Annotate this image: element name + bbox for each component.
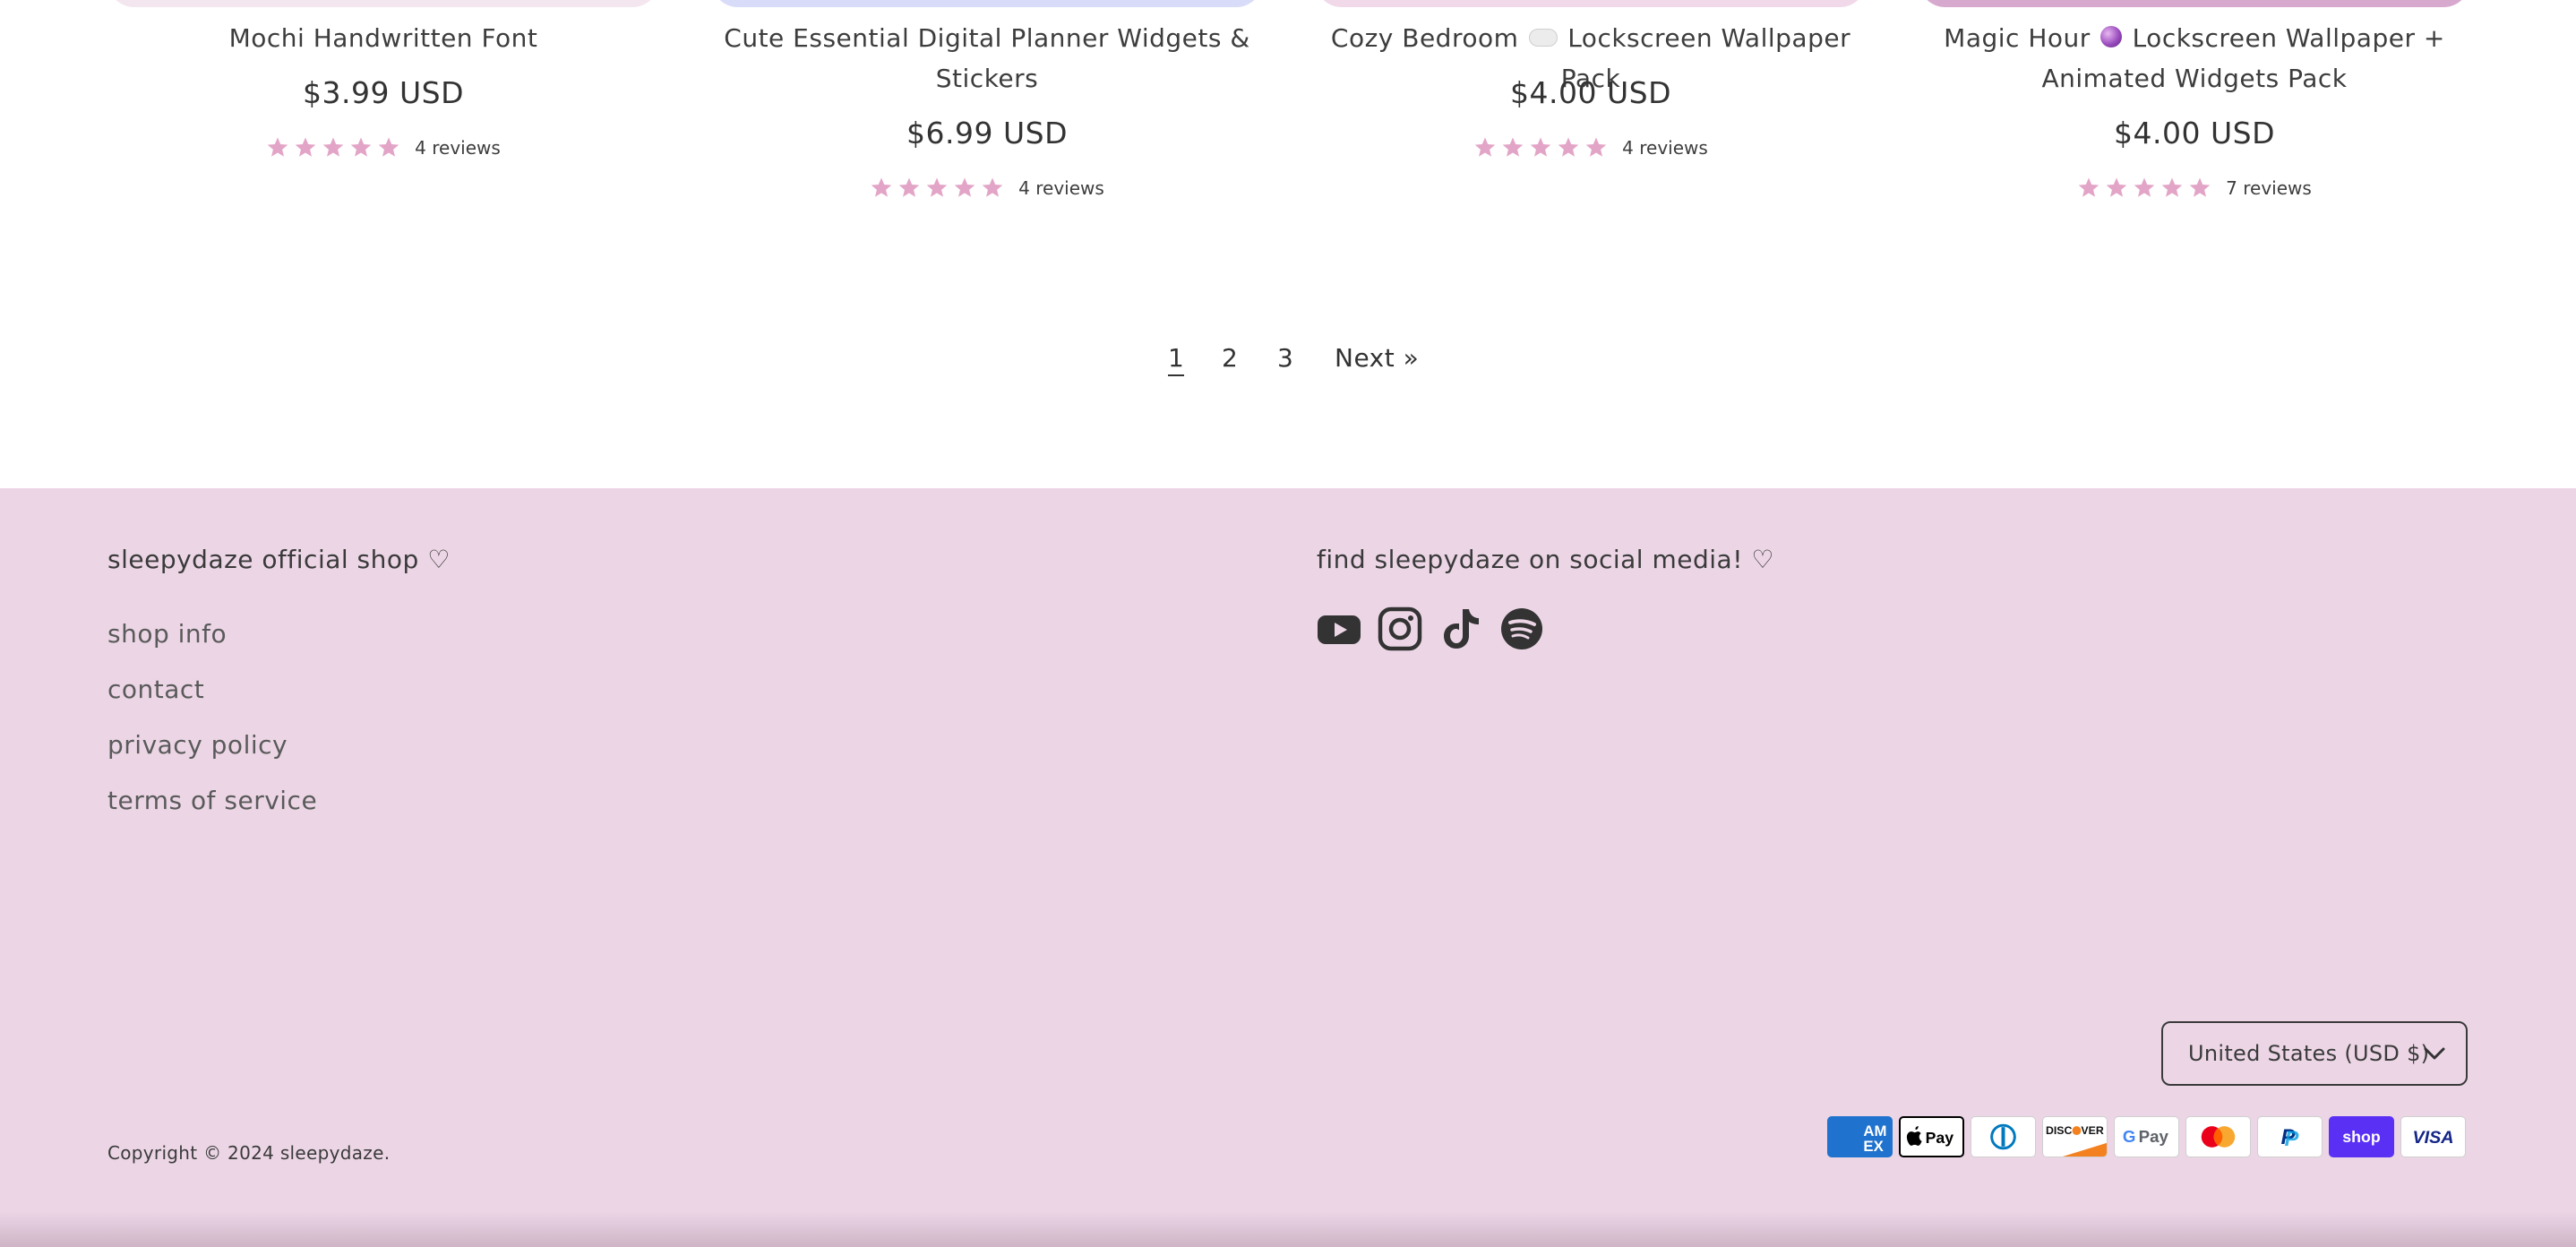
svg-text:Pay: Pay <box>1926 1129 1954 1147</box>
product-image[interactable] <box>711 0 1263 7</box>
pagination: 1 2 3 Next » <box>0 343 2576 379</box>
product-image[interactable] <box>1315 0 1867 7</box>
page-bottom-shadow <box>0 1211 2576 1247</box>
diners-club-icon <box>1971 1116 2036 1157</box>
star-icon <box>1558 137 1579 157</box>
product-title[interactable]: Magic Hour Lockscreen Wallpaper + Animat… <box>1919 18 2470 99</box>
footer-menu-item: contact <box>107 675 317 730</box>
review-count: 4 reviews <box>1018 177 1104 199</box>
youtube-icon[interactable] <box>1317 606 1361 651</box>
cloud-icon <box>1528 29 1558 47</box>
svg-text:shop: shop <box>2342 1128 2381 1146</box>
star-icon <box>898 177 920 197</box>
product-title[interactable]: Cute Essential Digital Planner Widgets &… <box>711 18 1263 99</box>
copyright-prefix: Copyright © 2024 <box>107 1142 275 1164</box>
product-price: $4.00 USD <box>2114 116 2275 150</box>
review-count: 4 reviews <box>415 137 501 159</box>
svg-text:VISA: VISA <box>2412 1128 2453 1148</box>
star-icon <box>2161 177 2183 197</box>
paypal-icon: P P <box>2257 1116 2323 1157</box>
footer-menu-item: terms of service <box>107 786 317 841</box>
visa-icon: VISA <box>2400 1116 2466 1157</box>
apple-pay-icon: Pay <box>1899 1116 1964 1157</box>
crystal-ball-icon <box>2100 26 2123 47</box>
google-pay-icon: G Pay <box>2114 1116 2179 1157</box>
copyright-shop-link[interactable]: sleepydaze <box>280 1142 384 1164</box>
footer-link-privacy-policy[interactable]: privacy policy <box>107 730 288 760</box>
star-icon <box>926 177 948 197</box>
star-icon <box>954 177 975 197</box>
tiktok-icon[interactable] <box>1438 606 1483 651</box>
star-icon <box>350 137 372 157</box>
star-rating <box>870 176 1004 200</box>
country-selector-label: United States (USD $) <box>2188 1041 2430 1066</box>
star-rating <box>2077 176 2211 200</box>
product-title[interactable]: Mochi Handwritten Font <box>107 18 659 58</box>
footer-shop-heading: sleepydaze official shop ♡ <box>107 545 451 574</box>
product-price: $3.99 USD <box>303 75 464 110</box>
footer-social-heading: find sleepydaze on social media! ♡ <box>1317 545 1774 574</box>
star-icon <box>2078 177 2099 197</box>
product-grid: Mochi Handwritten Font $3.99 USD 4 revie… <box>0 0 2576 488</box>
star-icon <box>295 137 316 157</box>
product-rating: 4 reviews <box>107 136 659 159</box>
copyright: Copyright © 2024 sleepydaze. <box>107 1142 390 1164</box>
star-icon <box>1530 137 1551 157</box>
footer-menu-item: privacy policy <box>107 730 317 786</box>
product-image[interactable] <box>107 0 659 7</box>
star-icon <box>982 177 1003 197</box>
product-price: $6.99 USD <box>906 116 1068 150</box>
star-icon <box>2189 177 2211 197</box>
footer-menu-item: shop info <box>107 619 317 675</box>
chevron-down-icon <box>2424 1047 2445 1060</box>
footer: sleepydaze official shop ♡ shop info con… <box>0 488 2576 1247</box>
product-rating: 4 reviews <box>1315 136 1867 159</box>
page-link-3[interactable]: 3 <box>1277 343 1293 373</box>
svg-text:G: G <box>2123 1127 2136 1146</box>
star-rating <box>266 136 400 159</box>
product-rating: 4 reviews <box>711 176 1263 200</box>
title-text: Magic Hour <box>1944 23 2091 53</box>
footer-link-contact[interactable]: contact <box>107 675 204 704</box>
star-icon <box>322 137 344 157</box>
title-text: Cozy Bedroom <box>1330 23 1519 53</box>
star-rating <box>1473 136 1608 159</box>
spotify-icon[interactable] <box>1499 606 1544 651</box>
footer-menu: shop info contact privacy policy terms o… <box>107 619 317 841</box>
star-icon <box>1585 137 1607 157</box>
review-count: 7 reviews <box>2226 177 2312 199</box>
instagram-icon[interactable] <box>1378 606 1422 651</box>
star-icon <box>1502 137 1524 157</box>
payment-methods: AM EX Pay DISC VER G Pay P P shop VISA <box>1827 1116 2466 1157</box>
product-rating: 7 reviews <box>1919 176 2470 200</box>
next-page-link[interactable]: Next » <box>1335 343 1419 373</box>
amex-icon: AM EX <box>1827 1116 1893 1157</box>
star-icon <box>267 137 288 157</box>
star-icon <box>871 177 892 197</box>
footer-link-terms-of-service[interactable]: terms of service <box>107 786 317 815</box>
page-link-1[interactable]: 1 <box>1168 343 1185 376</box>
star-icon <box>378 137 399 157</box>
product-price: $4.00 USD <box>1510 75 1671 110</box>
page-link-2[interactable]: 2 <box>1222 343 1238 373</box>
product-image[interactable] <box>1919 0 2470 7</box>
svg-text:DISC: DISC <box>2046 1124 2073 1137</box>
svg-text:P: P <box>2285 1128 2299 1151</box>
discover-icon: DISC VER <box>2042 1116 2108 1157</box>
shop-pay-icon: shop <box>2329 1116 2394 1157</box>
svg-text:VER: VER <box>2081 1124 2103 1137</box>
social-links <box>1317 606 1544 651</box>
svg-text:EX: EX <box>1863 1138 1884 1155</box>
country-selector[interactable]: United States (USD $) <box>2161 1021 2468 1086</box>
footer-link-shop-info[interactable]: shop info <box>107 619 227 649</box>
star-icon <box>2106 177 2127 197</box>
star-icon <box>2134 177 2155 197</box>
copyright-suffix: . <box>383 1142 391 1164</box>
mastercard-icon <box>2185 1116 2251 1157</box>
svg-text:Pay: Pay <box>2139 1127 2169 1146</box>
review-count: 4 reviews <box>1622 137 1708 159</box>
star-icon <box>1474 137 1496 157</box>
